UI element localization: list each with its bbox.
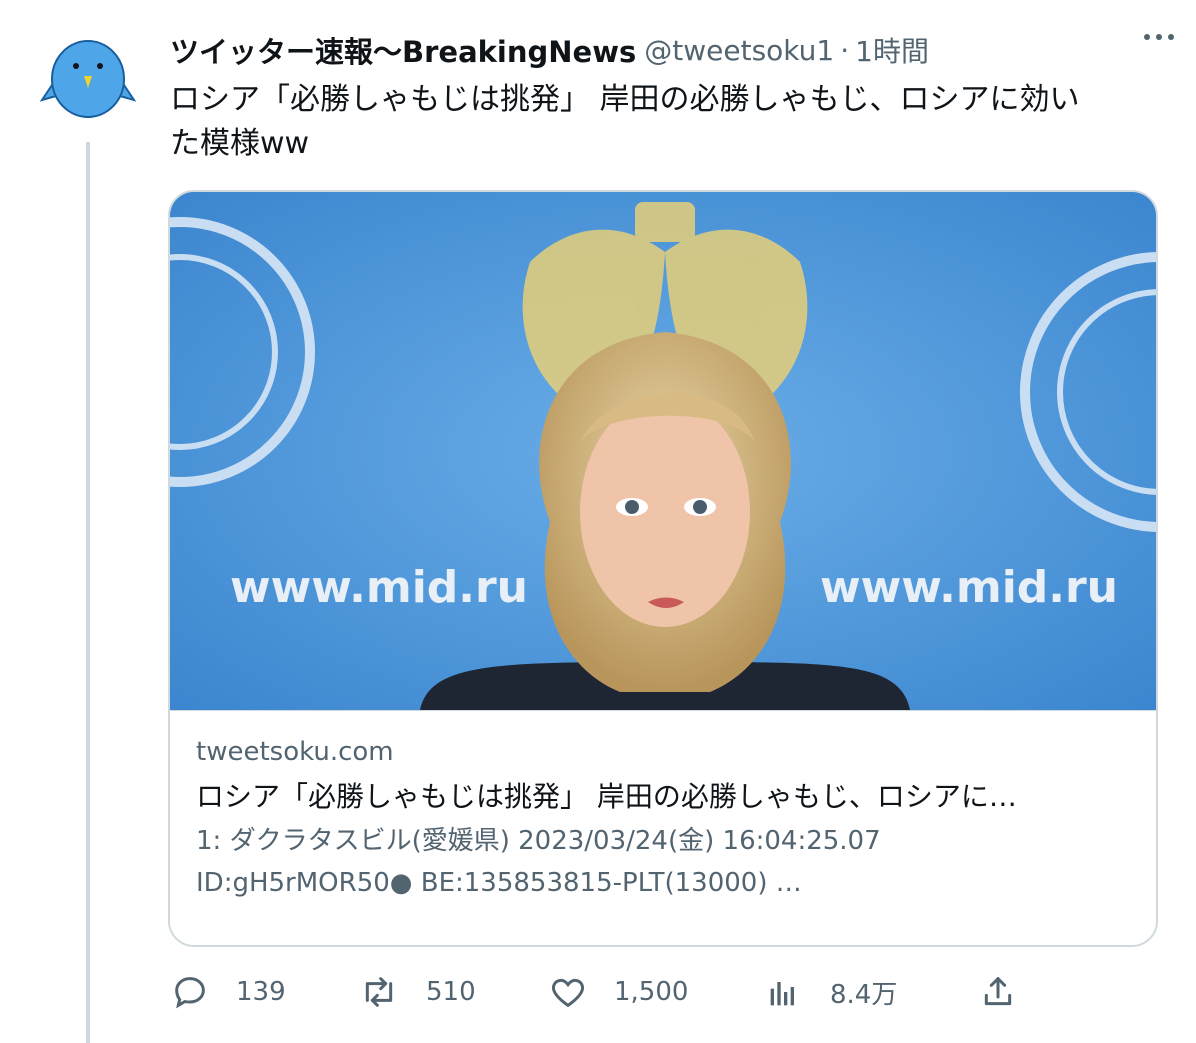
card-description: ID:gH5rMOR50● BE:135853815-PLT(13000) … (196, 868, 802, 898)
card-title: ロシア「必勝しゃもじは挑発」 岸田の必勝しゃもじ、ロシアに… (196, 780, 1017, 813)
tweet-text: ロシア「必勝しゃもじは挑発」 岸田の必勝しゃもじ、ロシアに効い た模様ww (170, 78, 1160, 166)
avatar[interactable] (39, 38, 137, 120)
card-description: 1: ダクラタスビル(愛媛県) 2023/03/24(金) 16:04:25.0… (196, 826, 881, 856)
retweet-icon (365, 977, 393, 1007)
image-url-left: www.mid.ru (230, 562, 528, 613)
user-handle[interactable]: @tweetsoku1 (644, 34, 834, 67)
like-count: 1,500 (614, 977, 689, 1007)
separator-dot: · (840, 33, 850, 67)
card-body: tweetsoku.com ロシア「必勝しゃもじは挑発」 岸田の必勝しゃもじ、ロ… (196, 730, 1130, 904)
retweet-count: 510 (426, 977, 476, 1007)
card-domain: tweetsoku.com (196, 737, 394, 767)
tweet-text-line: た模様ww (170, 126, 310, 161)
analytics-icon (770, 982, 794, 1006)
link-card[interactable]: www.mid.ru www.mid.ru tweetsoku.com ロシア「… (168, 190, 1158, 947)
display-name[interactable]: ツイッター速報〜BreakingNews (170, 29, 636, 71)
timestamp[interactable]: 1時間 (855, 30, 929, 70)
views-count: 8.4万 (830, 979, 898, 1010)
retweet-button[interactable]: 510 (358, 972, 476, 1012)
reply-icon (175, 977, 205, 1009)
action-bar: 139 510 1,500 8.4万 (170, 972, 1050, 1024)
heart-icon (551, 978, 585, 1008)
card-image[interactable]: www.mid.ru www.mid.ru (170, 192, 1156, 711)
more-options-icon[interactable] (1144, 34, 1174, 40)
tweet-text-line: ロシア「必勝しゃもじは挑発」 岸田の必勝しゃもじ、ロシアに効い (170, 82, 1080, 117)
tweet-header: ツイッター速報〜BreakingNews @tweetsoku1 · 1時間 (170, 28, 1136, 72)
thread-line (86, 142, 90, 1043)
image-url-right: www.mid.ru (820, 562, 1118, 613)
reply-button[interactable]: 139 (170, 972, 286, 1012)
like-button[interactable]: 1,500 (548, 972, 688, 1012)
share-button[interactable] (978, 972, 1018, 1012)
reply-count: 139 (236, 977, 286, 1007)
share-icon (984, 977, 1012, 1006)
views-button[interactable]: 8.4万 (764, 972, 897, 1012)
